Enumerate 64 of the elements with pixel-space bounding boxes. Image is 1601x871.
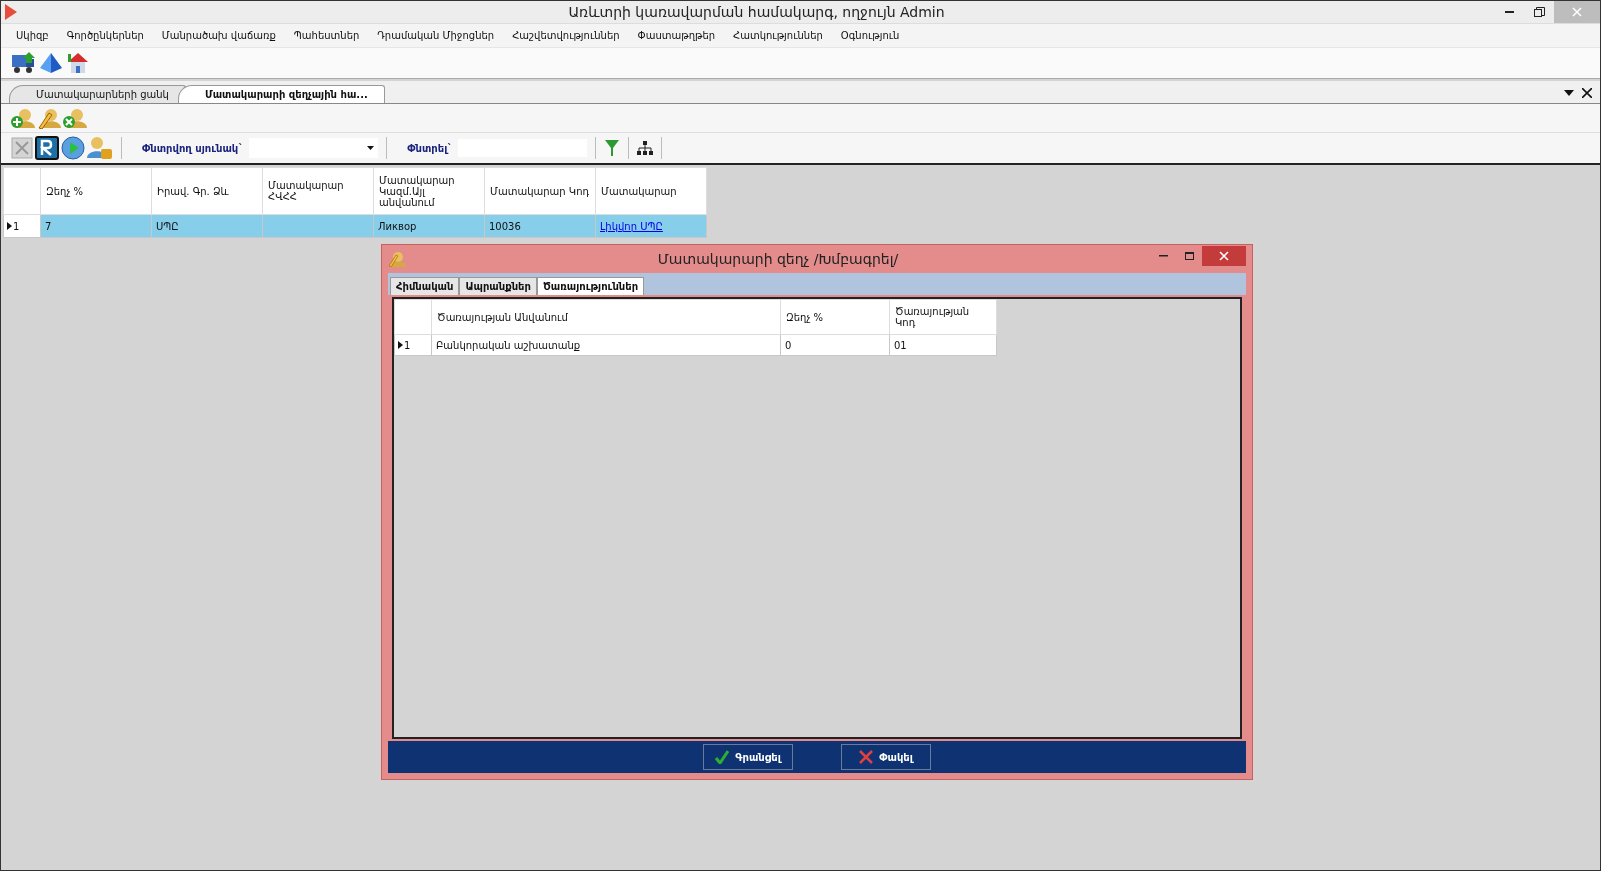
menu-item[interactable]: Հատկություններ	[724, 30, 832, 41]
table-cell: 10036	[484, 214, 596, 238]
cross-icon	[859, 750, 874, 764]
table-cell: 0	[780, 334, 890, 356]
close-button[interactable]	[1202, 246, 1246, 266]
document-tab[interactable]: Մատակարարների ցանկ	[9, 85, 186, 103]
dropdown-arrow-icon	[367, 146, 375, 150]
search-label: Փնտրել`	[406, 142, 454, 154]
tab[interactable]: Ծառայություններ	[536, 277, 645, 295]
checkmark-icon	[715, 750, 730, 764]
tab[interactable]: Հիմնական	[390, 277, 460, 295]
close-icon	[1219, 251, 1229, 261]
table-cell: 01	[889, 334, 997, 356]
user-lock-icon[interactable]	[87, 136, 113, 160]
document-tab[interactable]: Մատակարարի զեղչային հա...	[177, 85, 385, 103]
maximize-icon[interactable]	[1184, 252, 1194, 260]
close-button[interactable]: Փակել	[841, 744, 931, 770]
column-header[interactable]: Զեղչ %	[780, 299, 890, 335]
column-header[interactable]: Մատակարար Կազմ.Այլ անվանում	[373, 167, 485, 215]
minimize-icon[interactable]	[1158, 255, 1168, 257]
column-header[interactable]: Իրավ. Գր. Ձև	[151, 167, 263, 215]
close-icon[interactable]	[1582, 88, 1592, 98]
truck-icon[interactable]	[11, 51, 37, 75]
filter-icon[interactable]	[604, 139, 621, 157]
table-cell: Բանկորական աշխատանք	[431, 334, 781, 356]
app-logo-icon	[5, 4, 19, 20]
restore-icon[interactable]	[1533, 7, 1545, 17]
minimize-icon[interactable]	[1504, 11, 1514, 13]
row-number: 1	[404, 339, 411, 351]
play-icon[interactable]	[61, 136, 85, 160]
table-cell: Ликвор	[373, 214, 485, 238]
close-icon	[1572, 7, 1582, 17]
table-cell: 7	[40, 214, 152, 238]
column-header[interactable]: Մատակարար	[595, 167, 707, 215]
window-title: Առևտրի կառավարման համակարգ, ողջույն Admin	[567, 4, 946, 20]
menu-item[interactable]: Փաստաթղթեր	[628, 30, 725, 41]
house-icon[interactable]	[65, 51, 89, 75]
delete-user-icon[interactable]	[63, 107, 87, 129]
edit-user-icon	[388, 251, 406, 267]
column-header[interactable]: Ծառայության Անվանում	[431, 299, 781, 335]
tab[interactable]: Ապրանքներ	[459, 277, 537, 295]
hierarchy-icon[interactable]	[637, 141, 654, 155]
column-label: Փնտրվող սյունակ`	[141, 142, 245, 154]
add-user-icon[interactable]	[11, 107, 35, 129]
menu-item[interactable]: Մանրածախ վաճառք	[152, 30, 285, 41]
dropdown-arrow-icon[interactable]	[1564, 90, 1574, 96]
menu-item[interactable]: Պահեստներ	[284, 30, 369, 41]
menu-item[interactable]: Հաշվետվություններ	[503, 30, 629, 41]
report-icon[interactable]	[35, 136, 59, 160]
edit-user-icon[interactable]	[37, 107, 61, 129]
column-header[interactable]: Մատակարար Կոդ	[484, 167, 596, 215]
column-header[interactable]: Մատակարար ՀՎՀՀ	[262, 167, 374, 215]
table-cell: ՍՊԸ	[151, 214, 263, 238]
menu-item[interactable]: Օգնություն	[831, 30, 909, 41]
save-button[interactable]: Գրանցել	[703, 744, 793, 770]
menu-item[interactable]: Դրամական Միջոցներ	[368, 30, 504, 41]
row-number: 1	[13, 220, 20, 232]
menu-item[interactable]: Սկիզբ	[7, 30, 58, 41]
table-row[interactable]: 1 7 ՍՊԸ Ликвор 10036 Լիկվոր ՍՊԸ	[3, 214, 707, 238]
menu-item[interactable]: Գործընկերներ	[57, 30, 153, 41]
column-header[interactable]: Զեղչ %	[40, 167, 152, 215]
dialog-title: Մատակարարի զեղչ /Խմբագրել/	[656, 251, 900, 267]
column-header[interactable]: Ծառայության Կոդ	[889, 299, 997, 335]
pyramid-icon[interactable]	[39, 52, 63, 74]
